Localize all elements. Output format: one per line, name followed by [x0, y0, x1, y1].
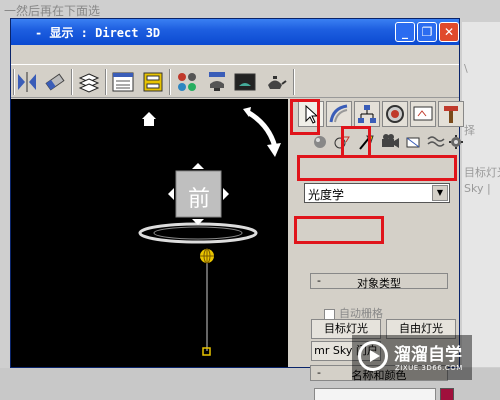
toolbar-separator — [169, 69, 171, 95]
viewcube-home-icon[interactable] — [142, 112, 156, 126]
material-editor-icon[interactable] — [175, 70, 199, 94]
toolbar-separator — [71, 69, 73, 95]
render-setup-icon[interactable] — [205, 70, 229, 94]
mirror-icon[interactable] — [15, 70, 39, 94]
hierarchy-icon — [358, 105, 376, 123]
minimize-button[interactable]: _ — [395, 22, 415, 42]
watermark-subtitle: ZIXUE.3D66.COM — [395, 364, 463, 372]
watermark: 溜溜自学 ZIXUE.3D66.COM — [352, 335, 472, 380]
object-name-field[interactable] — [314, 388, 436, 400]
category-dropdown[interactable]: 光度学 ▼ — [304, 183, 450, 203]
viewcube-rotate-icon[interactable] — [243, 107, 281, 157]
layers-icon[interactable] — [77, 70, 101, 94]
main-toolbar — [11, 64, 459, 98]
highlight-category-dropdown — [297, 155, 457, 181]
tab-display[interactable] — [410, 101, 436, 127]
toolbar-separator — [293, 69, 295, 95]
viewcube-compass-inner — [153, 226, 243, 240]
target-light-icon[interactable] — [200, 248, 214, 264]
hammer-icon — [444, 106, 458, 123]
viewcube-left-arrow[interactable] — [168, 188, 174, 200]
rendered-frame-icon[interactable] — [233, 70, 257, 94]
tab-utilities[interactable] — [438, 101, 464, 127]
display-icon — [413, 106, 433, 121]
schematic-view-icon[interactable] — [141, 70, 165, 94]
app-window: - 显示 : Direct 3D _ ❐ ✕ 前 光度学 ▼ - 对象类型 自动… — [10, 18, 464, 400]
cameras-icon[interactable] — [380, 133, 400, 151]
background-fragment: 目标灯光 — [464, 166, 500, 179]
helpers-icon[interactable] — [404, 133, 424, 151]
highlight-target-light-button — [294, 216, 384, 244]
maximize-button[interactable]: ❐ — [417, 22, 437, 42]
systems-icon[interactable] — [446, 133, 466, 151]
viewcube-face-label: 前 — [187, 187, 210, 212]
curve-editor-icon[interactable] — [111, 70, 135, 94]
background-fragment: Sky | — [464, 182, 491, 195]
viewport-canvas — [138, 107, 281, 356]
toolbar-separator — [105, 69, 107, 95]
motion-icon — [386, 105, 404, 123]
tab-motion[interactable] — [382, 101, 408, 127]
modify-icon — [329, 104, 348, 123]
close-button[interactable]: ✕ — [439, 22, 459, 42]
object-type-title: 对象类型 — [357, 277, 401, 290]
background-doc-panel: \ 择 目标灯光 Sky | — [462, 22, 500, 367]
autogrid-checkbox[interactable] — [324, 308, 335, 320]
play-logo-icon — [358, 341, 388, 371]
title-bar[interactable]: - 显示 : Direct 3D _ ❐ ✕ — [11, 19, 459, 45]
category-dropdown-value: 光度学 — [308, 188, 345, 202]
align-icon[interactable] — [43, 70, 67, 94]
chevron-down-icon[interactable]: ▼ — [432, 185, 448, 201]
object-color-swatch[interactable] — [440, 388, 454, 400]
render-teapot-icon[interactable] — [263, 70, 287, 94]
space-warps-icon[interactable] — [426, 133, 446, 151]
object-type-rollout-header[interactable]: - 对象类型 — [310, 273, 448, 290]
viewcube-right-arrow[interactable] — [223, 188, 229, 200]
watermark-title: 溜溜自学 — [394, 345, 462, 365]
viewcube-up-arrow[interactable] — [192, 163, 204, 169]
background-fragment: \ — [464, 62, 468, 75]
highlight-lights-subtab — [341, 126, 371, 158]
background-text: 一然后再在下面选 — [4, 4, 101, 18]
geometry-icon[interactable] — [310, 133, 330, 151]
tab-hierarchy[interactable] — [354, 101, 380, 127]
perspective-viewport[interactable]: 前 — [11, 99, 288, 367]
highlight-create-tab — [290, 99, 320, 135]
window-title: - 显示 : Direct 3D — [35, 26, 161, 40]
tab-modify[interactable] — [326, 101, 352, 127]
